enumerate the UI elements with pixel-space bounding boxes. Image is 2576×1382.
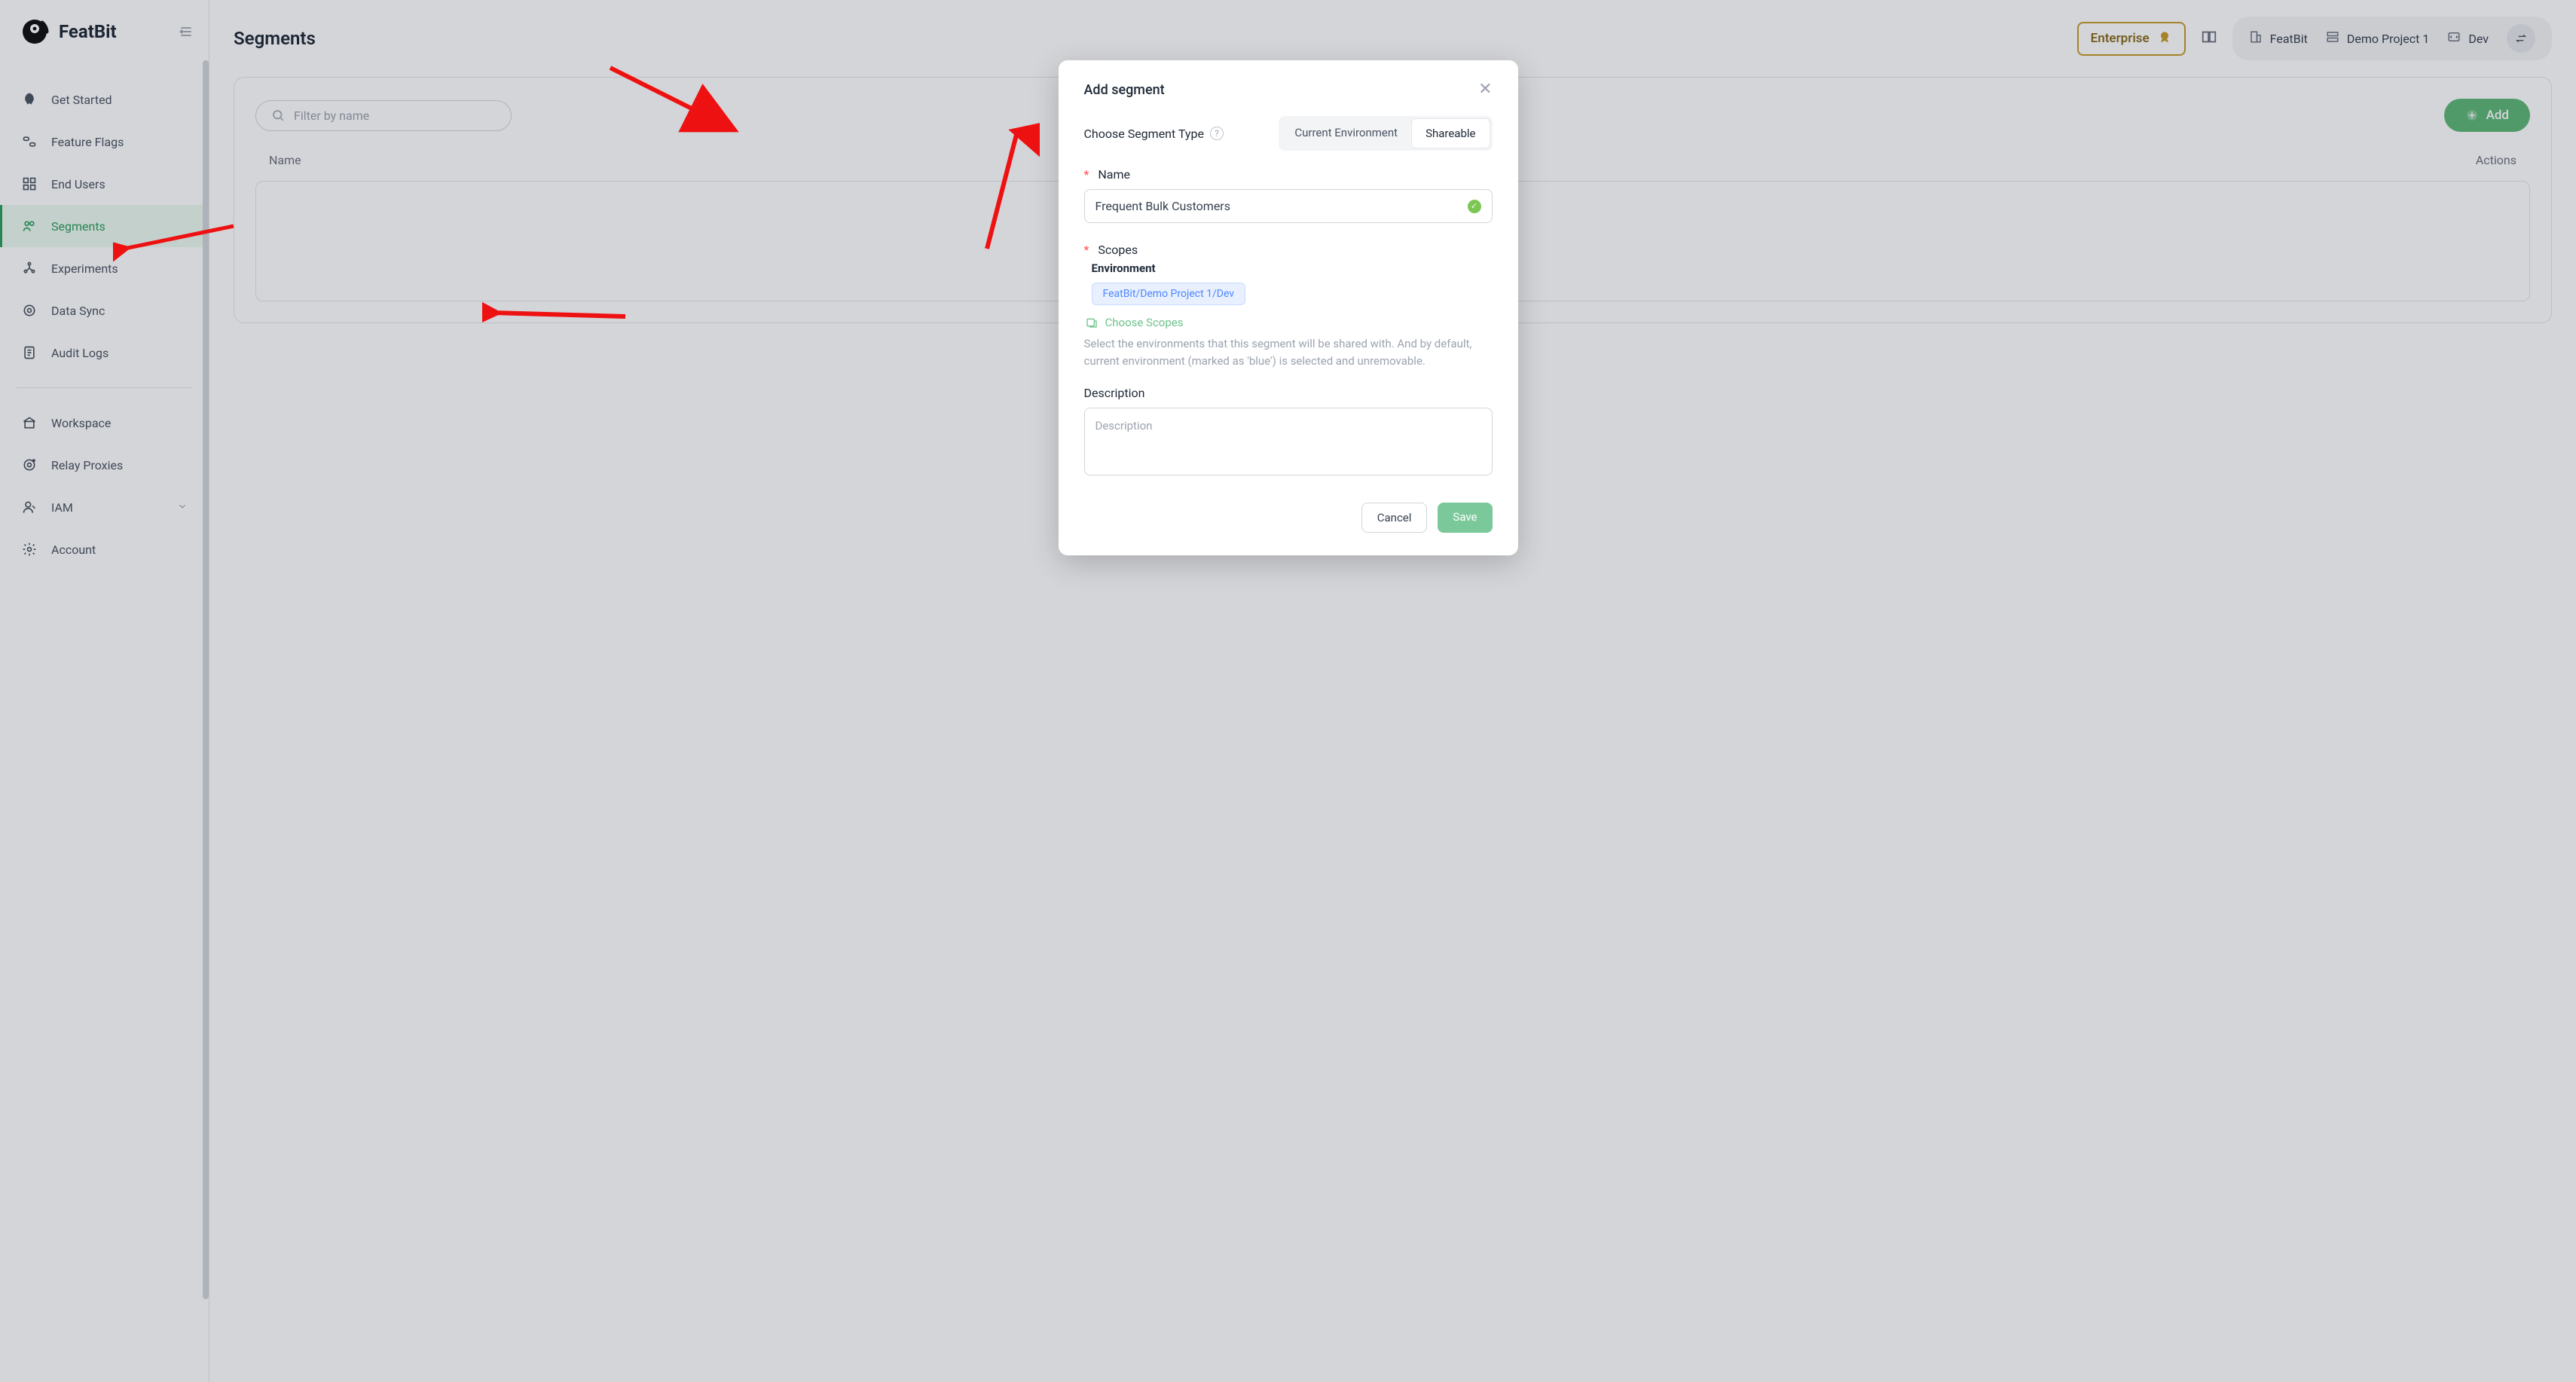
description-input[interactable]: Description <box>1084 408 1493 475</box>
choose-scopes-label: Choose Scopes <box>1105 316 1184 329</box>
env-sublabel: Environment <box>1092 261 1493 275</box>
check-icon: ✓ <box>1468 200 1481 213</box>
add-segment-modal: Add segment ✕ Choose Segment Type ? Curr… <box>1059 60 1518 555</box>
segment-type-row: Choose Segment Type ? Current Environmen… <box>1084 116 1493 151</box>
name-value: Frequent Bulk Customers <box>1095 199 1230 213</box>
description-label: Description <box>1084 386 1493 400</box>
cancel-button[interactable]: Cancel <box>1361 503 1428 533</box>
modal-header: Add segment ✕ <box>1084 81 1493 98</box>
scopes-hint: Select the environments that this segmen… <box>1084 335 1493 369</box>
description-placeholder: Description <box>1095 419 1153 433</box>
modal-overlay[interactable]: Add segment ✕ Choose Segment Type ? Curr… <box>0 0 2576 1382</box>
scope-icon <box>1086 316 1098 329</box>
choose-scopes-button[interactable]: Choose Scopes <box>1086 316 1493 329</box>
segment-type-option-shareable[interactable]: Shareable <box>1411 118 1490 148</box>
close-button[interactable]: ✕ <box>1478 81 1492 98</box>
segment-type-toggle: Current Environment Shareable <box>1279 116 1492 151</box>
help-icon[interactable]: ? <box>1210 127 1224 140</box>
name-label: *Name <box>1084 167 1493 182</box>
env-scope-tag[interactable]: FeatBit/Demo Project 1/Dev <box>1092 283 1246 305</box>
close-icon: ✕ <box>1478 80 1492 99</box>
modal-footer: Cancel Save <box>1084 503 1493 533</box>
segment-type-option-current[interactable]: Current Environment <box>1281 118 1411 148</box>
segment-type-label: Choose Segment Type ? <box>1084 127 1224 141</box>
modal-title: Add segment <box>1084 82 1165 98</box>
name-input[interactable]: Frequent Bulk Customers ✓ <box>1084 189 1493 223</box>
scopes-label: *Scopes <box>1084 243 1493 257</box>
save-button[interactable]: Save <box>1438 503 1492 533</box>
